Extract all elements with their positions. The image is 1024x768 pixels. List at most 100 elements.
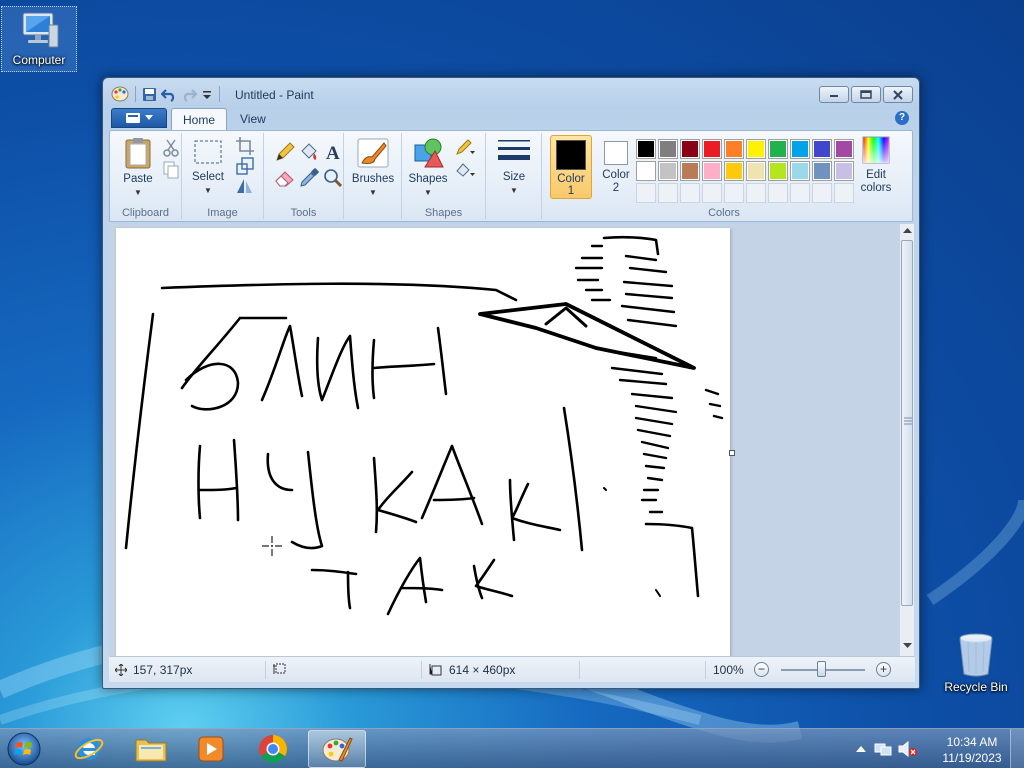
close-button[interactable]: [883, 86, 913, 103]
vertical-scrollbar[interactable]: [899, 224, 914, 656]
palette-swatch[interactable]: [680, 139, 700, 159]
clock-time: 10:34 AM: [946, 735, 998, 749]
edit-colors-button[interactable]: Edit colors: [856, 135, 896, 195]
color2-label-line1: Color: [602, 169, 630, 181]
freehand-drawing: [124, 235, 724, 616]
canvas-resize-handle[interactable]: [729, 450, 735, 456]
custom-color-slot[interactable]: [812, 183, 832, 203]
scroll-down-icon[interactable]: [903, 642, 912, 650]
text-tool-icon[interactable]: A: [322, 141, 344, 163]
palette-swatch[interactable]: [636, 161, 656, 181]
palette-swatch[interactable]: [834, 139, 854, 159]
palette-swatch[interactable]: [658, 161, 678, 181]
zoom-in-button[interactable]: +: [876, 662, 891, 677]
undo-icon[interactable]: [161, 87, 177, 102]
maximize-button[interactable]: [851, 86, 881, 103]
taskbar-internet-explorer[interactable]: [60, 730, 118, 768]
palette-swatch[interactable]: [702, 161, 722, 181]
palette-swatch[interactable]: [680, 161, 700, 181]
tab-view[interactable]: View: [229, 108, 277, 130]
resize-icon[interactable]: [234, 155, 256, 177]
paint-menu-button[interactable]: [111, 108, 167, 128]
customize-qat-icon[interactable]: [201, 87, 213, 102]
color1-button[interactable]: Color 1: [550, 135, 592, 199]
custom-color-slot[interactable]: [702, 183, 722, 203]
custom-color-slot[interactable]: [768, 183, 788, 203]
palette-swatch[interactable]: [834, 161, 854, 181]
pencil-icon[interactable]: [274, 141, 296, 163]
desktop-icon-recycle-bin[interactable]: Recycle Bin: [938, 628, 1014, 696]
cut-icon[interactable]: [160, 137, 182, 159]
select-label: Select: [192, 171, 224, 183]
title-bar[interactable]: Untitled - Paint: [103, 78, 919, 108]
desktop-icon-computer[interactable]: Computer: [1, 6, 77, 72]
scroll-up-icon[interactable]: [903, 227, 912, 235]
outline-icon[interactable]: [454, 137, 476, 159]
palette-swatch[interactable]: [724, 161, 744, 181]
brush-icon: [357, 138, 389, 168]
group-label-tools: Tools: [290, 207, 317, 219]
palette-swatch[interactable]: [812, 139, 832, 159]
copy-icon[interactable]: [160, 159, 182, 181]
rotate-icon[interactable]: [234, 175, 256, 197]
help-button[interactable]: ?: [895, 111, 909, 125]
palette-swatch[interactable]: [658, 139, 678, 159]
taskbar-media-player[interactable]: [182, 730, 240, 768]
tab-home[interactable]: Home: [171, 108, 228, 130]
custom-color-slot[interactable]: [658, 183, 678, 203]
select-rectangle-icon: [194, 140, 222, 164]
palette-swatch[interactable]: [724, 139, 744, 159]
palette-swatch[interactable]: [790, 139, 810, 159]
fill-bucket-icon[interactable]: [298, 141, 320, 163]
start-button[interactable]: [4, 730, 48, 768]
size-button[interactable]: Size ▼: [494, 137, 534, 197]
color2-button[interactable]: Color 2: [596, 135, 636, 195]
minimize-button[interactable]: [819, 86, 849, 103]
custom-color-slot[interactable]: [636, 183, 656, 203]
windows-orb-icon: [7, 732, 41, 766]
zoom-slider-thumb[interactable]: [817, 661, 826, 677]
palette-swatch[interactable]: [768, 161, 788, 181]
show-desktop-button[interactable]: [1010, 729, 1024, 768]
taskbar-chrome[interactable]: [244, 730, 302, 768]
color-picker-icon[interactable]: [298, 167, 320, 189]
crop-icon[interactable]: [234, 135, 256, 157]
computer-icon: [22, 12, 59, 48]
network-icon[interactable]: [874, 741, 892, 757]
redo-icon[interactable]: [181, 87, 197, 102]
scrollbar-thumb[interactable]: [901, 240, 913, 606]
color2-swatch: [604, 141, 628, 165]
custom-color-slot[interactable]: [680, 183, 700, 203]
select-button[interactable]: Select ▼: [188, 137, 228, 197]
fill-icon[interactable]: [454, 159, 476, 181]
paint-app-icon[interactable]: [111, 86, 129, 102]
zoom-out-button[interactable]: −: [754, 662, 769, 677]
palette-swatch[interactable]: [636, 139, 656, 159]
brushes-button[interactable]: Brushes ▼: [350, 137, 396, 199]
palette-swatch[interactable]: [746, 139, 766, 159]
volume-muted-icon[interactable]: [898, 741, 918, 757]
paste-button[interactable]: Paste ▼: [116, 137, 160, 199]
custom-color-slot[interactable]: [746, 183, 766, 203]
edit-colors-line2: colors: [860, 182, 892, 194]
custom-color-slot[interactable]: [790, 183, 810, 203]
taskbar-file-explorer[interactable]: [122, 730, 180, 768]
magnifier-icon[interactable]: [322, 167, 344, 189]
palette-swatch[interactable]: [702, 139, 722, 159]
zoom-level-text: 100%: [713, 663, 744, 677]
custom-color-slot[interactable]: [834, 183, 854, 203]
palette-swatch[interactable]: [812, 161, 832, 181]
taskbar-paint[interactable]: [308, 730, 366, 768]
save-icon[interactable]: [142, 87, 157, 102]
palette-swatch[interactable]: [790, 161, 810, 181]
custom-color-slot[interactable]: [724, 183, 744, 203]
show-hidden-icons-icon[interactable]: [856, 745, 866, 753]
drawing-canvas[interactable]: [116, 228, 730, 656]
eraser-icon[interactable]: [274, 167, 296, 189]
clock[interactable]: 10:34 AM 11/19/2023: [940, 734, 1004, 766]
palette-swatch[interactable]: [768, 139, 788, 159]
clock-date: 11/19/2023: [942, 751, 1002, 765]
shapes-button[interactable]: Shapes ▼: [406, 137, 450, 199]
image-size-icon: [429, 664, 442, 676]
palette-swatch[interactable]: [746, 161, 766, 181]
